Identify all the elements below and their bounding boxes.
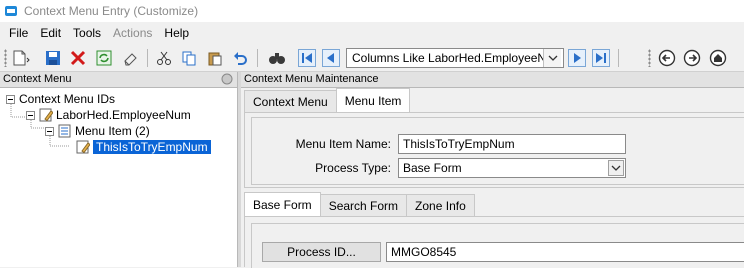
tree-node-employee-num[interactable]: LaborHed.EmployeeNum — [26, 107, 191, 123]
scissors-icon — [157, 51, 171, 65]
record-combo[interactable]: Columns Like LaborHed.EmployeeNum — [346, 48, 564, 68]
record-combo-dropdown[interactable] — [543, 49, 561, 67]
tab-zone-info[interactable]: Zone Info — [406, 194, 475, 216]
tree-node-root-label: Context Menu IDs — [19, 92, 116, 106]
next-record-button[interactable] — [566, 47, 588, 69]
first-record-button[interactable] — [296, 47, 318, 69]
context-menu-panel-header: Context Menu — [0, 72, 237, 88]
undo-button[interactable] — [229, 47, 251, 69]
chevron-down-icon — [611, 165, 621, 171]
copy-icon — [182, 51, 196, 66]
menu-bar: File Edit Tools Actions Help — [0, 22, 744, 44]
list-document-icon — [58, 124, 71, 138]
main-tabs: Context Menu Menu Item — [244, 88, 411, 112]
menu-item-name-input[interactable]: ThisIsToTryEmpNum — [398, 134, 626, 154]
process-type-label: Process Type: — [315, 161, 391, 175]
delete-button[interactable] — [67, 47, 89, 69]
tree-node-leaf-label: ThisIsToTryEmpNum — [93, 140, 211, 154]
form-tabs: Base Form Search Form Zone Info — [244, 192, 475, 216]
maintenance-panel-header: Context Menu Maintenance — [241, 72, 744, 88]
forward-arrow-icon — [683, 49, 701, 67]
edit-document-icon — [76, 140, 90, 154]
save-button[interactable] — [42, 47, 64, 69]
record-combo-value: Columns Like LaborHed.EmployeeNum — [352, 51, 543, 65]
app-icon — [5, 6, 17, 16]
paste-icon — [208, 52, 222, 66]
process-type-select[interactable]: Base Form — [398, 158, 626, 178]
window-title: Context Menu Entry (Customize) — [24, 4, 199, 18]
toolbar-grip-2[interactable] — [648, 49, 651, 67]
last-record-button[interactable] — [590, 47, 612, 69]
back-arrow-icon — [658, 49, 676, 67]
context-menu-tree[interactable]: Context Menu IDs LaborHed.EmployeeNum Me… — [0, 88, 237, 267]
binoculars-icon — [269, 53, 285, 64]
menu-help[interactable]: Help — [158, 26, 195, 40]
pin-icon[interactable] — [221, 73, 233, 85]
tab-menu-item[interactable]: Menu Item — [335, 88, 411, 112]
process-type-dropdown[interactable] — [608, 160, 624, 176]
process-id-button[interactable]: Process ID... — [262, 242, 381, 262]
last-record-icon — [592, 49, 610, 67]
collapse-icon[interactable] — [45, 126, 54, 136]
tab-base-form[interactable]: Base Form — [244, 192, 321, 216]
process-id-input[interactable]: MMGO8545 — [386, 242, 744, 262]
tree-node-root[interactable]: Context Menu IDs — [6, 91, 115, 107]
collapse-icon[interactable] — [6, 94, 15, 104]
maintenance-panel-title: Context Menu Maintenance — [244, 73, 379, 85]
copy-button[interactable] — [178, 47, 200, 69]
tree-node-menu-item[interactable]: Menu Item (2) — [45, 123, 150, 139]
title-bar: Context Menu Entry (Customize) — [0, 0, 744, 22]
menu-item-name-label: Menu Item Name: — [295, 137, 391, 151]
menu-edit[interactable]: Edit — [34, 26, 67, 40]
forward-button[interactable] — [681, 47, 703, 69]
tree-node-employee-num-label: LaborHed.EmployeeNum — [56, 108, 191, 122]
new-document-icon — [13, 50, 30, 66]
new-button[interactable] — [10, 47, 32, 69]
toolbar-grip[interactable] — [4, 49, 7, 67]
tree-node-menu-item-label: Menu Item (2) — [75, 124, 150, 138]
tab-context-menu[interactable]: Context Menu — [244, 90, 337, 112]
chevron-down-icon — [548, 55, 557, 61]
previous-record-button[interactable] — [320, 47, 342, 69]
menu-actions[interactable]: Actions — [107, 26, 158, 40]
context-menu-panel-title: Context Menu — [3, 73, 72, 85]
cut-button[interactable] — [153, 47, 175, 69]
delete-icon — [70, 50, 86, 66]
clear-button[interactable] — [119, 47, 141, 69]
menu-file[interactable]: File — [3, 26, 34, 40]
tab-search-form[interactable]: Search Form — [319, 194, 408, 216]
panel-splitter[interactable] — [237, 72, 241, 267]
save-icon — [46, 51, 60, 65]
menu-tools[interactable]: Tools — [67, 26, 107, 40]
previous-record-icon — [322, 49, 340, 67]
collapse-icon[interactable] — [26, 110, 35, 120]
back-button[interactable] — [656, 47, 678, 69]
search-button[interactable] — [266, 47, 288, 69]
tree-node-leaf[interactable]: ThisIsToTryEmpNum — [76, 139, 211, 155]
edit-document-icon — [39, 108, 53, 122]
process-type-value: Base Form — [403, 161, 462, 175]
refresh-button[interactable] — [93, 47, 115, 69]
next-record-icon — [568, 49, 586, 67]
eraser-icon — [124, 53, 137, 66]
home-icon — [709, 49, 727, 67]
first-record-icon — [298, 49, 316, 67]
paste-button[interactable] — [204, 47, 226, 69]
refresh-icon — [96, 50, 112, 66]
undo-icon — [234, 52, 247, 65]
home-button[interactable] — [707, 47, 729, 69]
